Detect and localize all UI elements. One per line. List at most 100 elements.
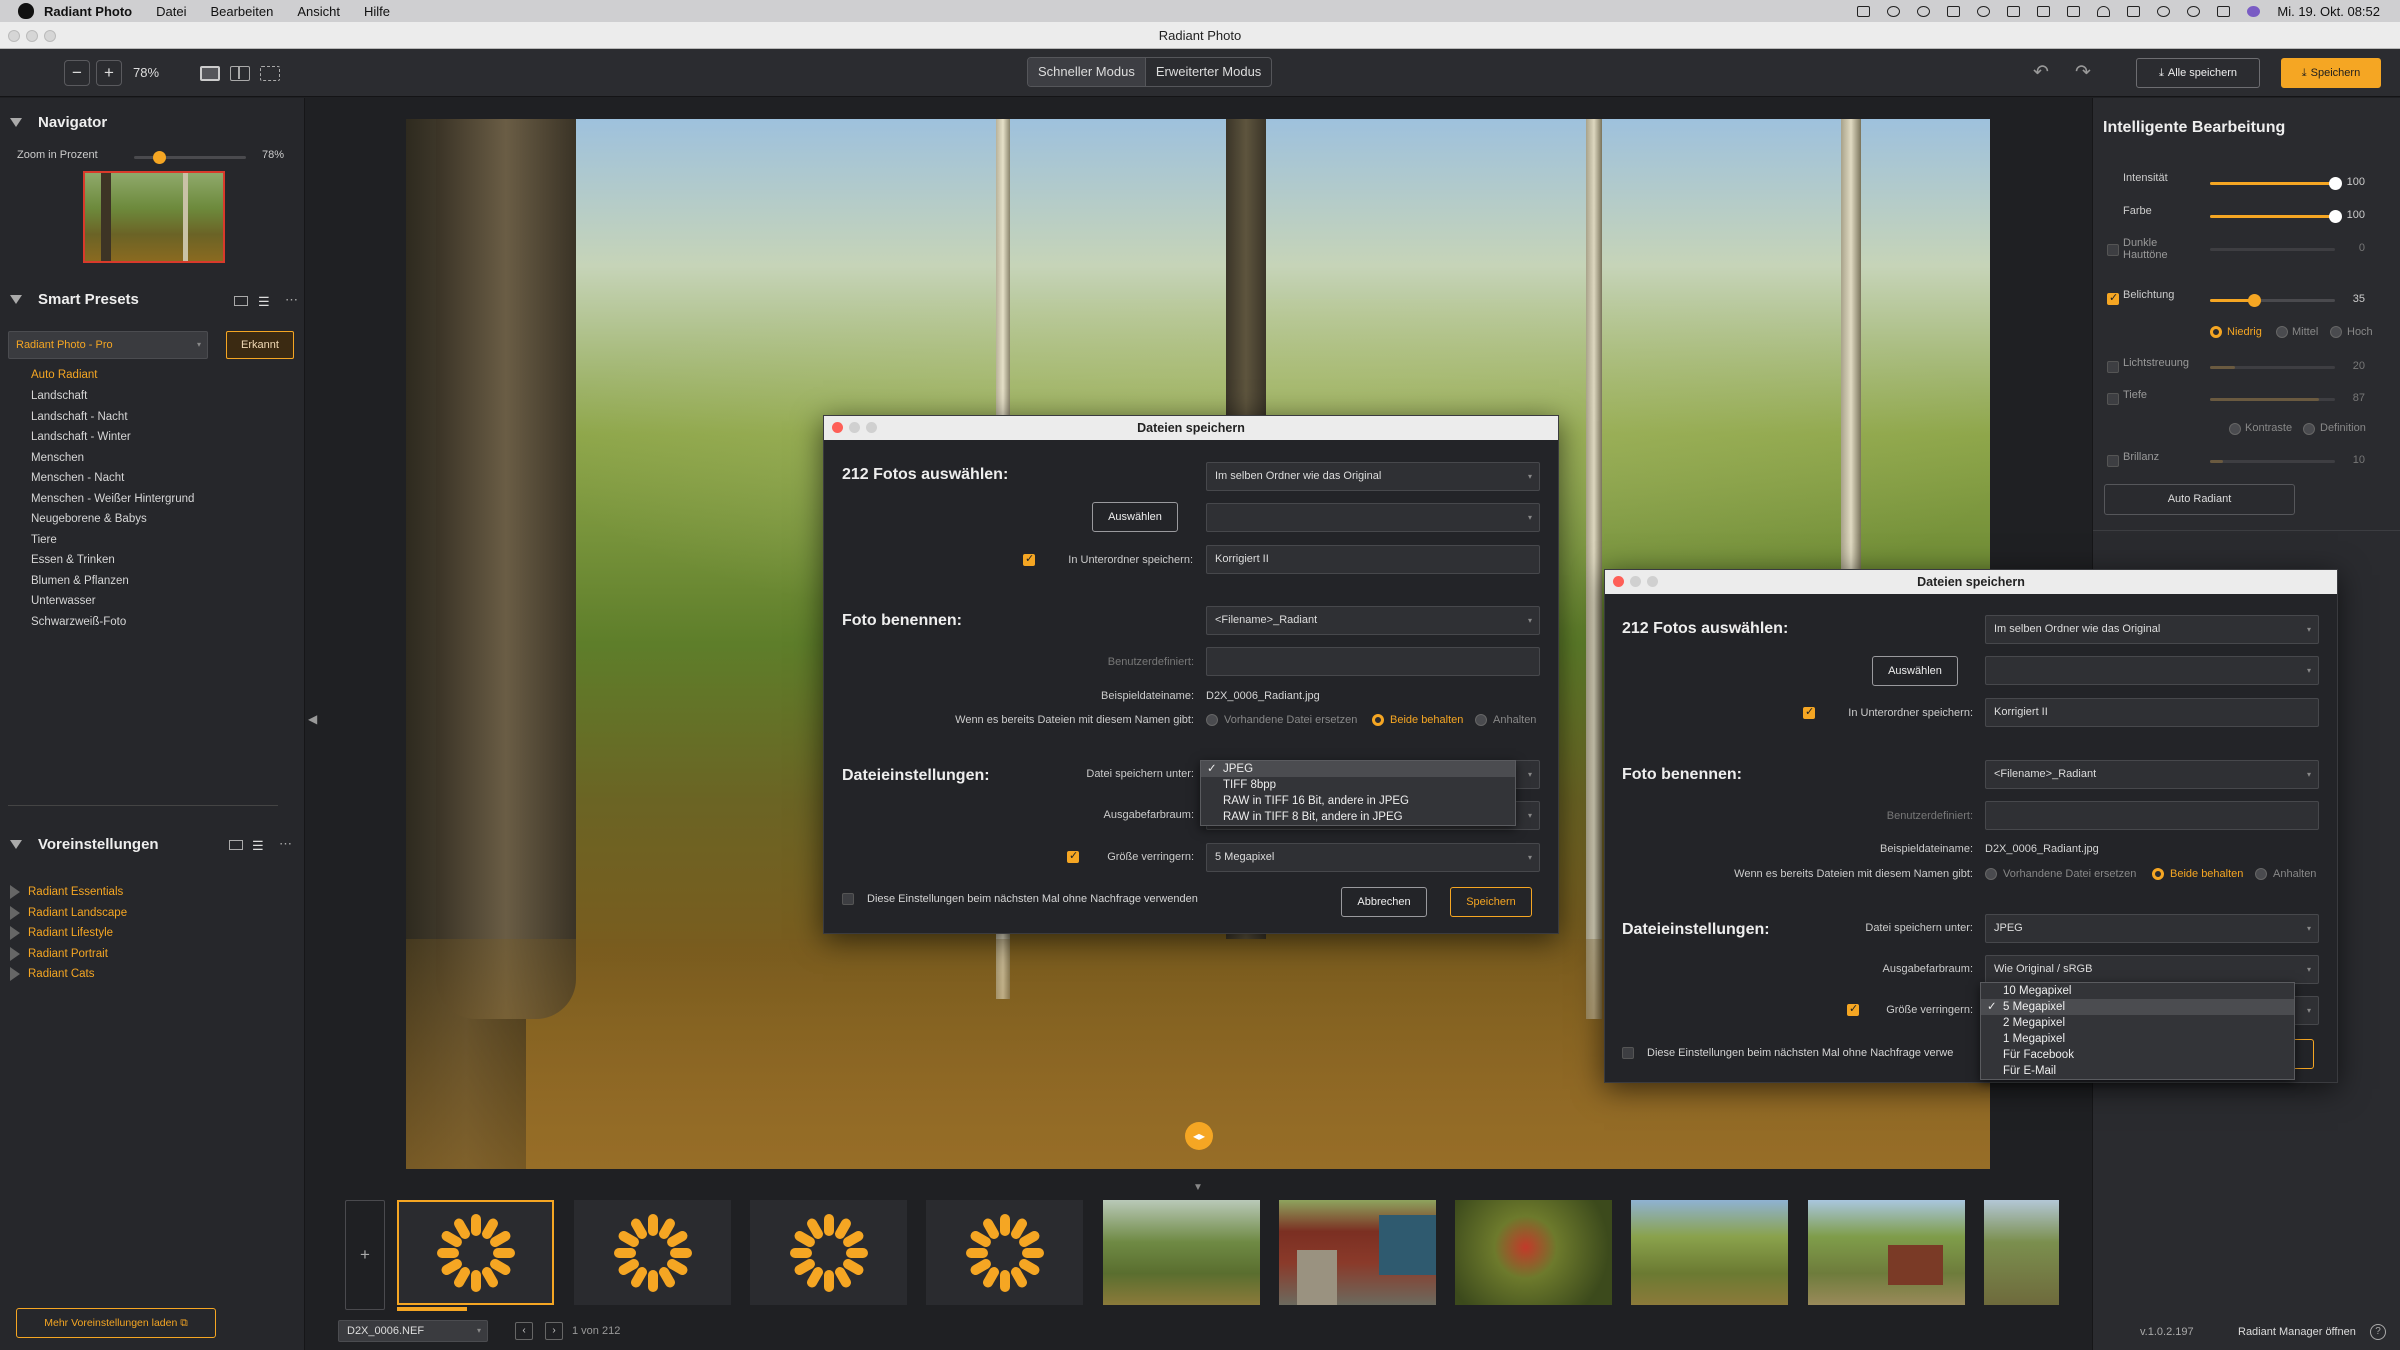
filmstrip-thumb[interactable] bbox=[1631, 1200, 1788, 1305]
depth-checkbox[interactable] bbox=[2107, 393, 2119, 405]
dialog-minimize-button[interactable] bbox=[1630, 576, 1641, 587]
preset-item[interactable]: Menschen bbox=[31, 452, 84, 464]
color-slider[interactable] bbox=[2210, 210, 2342, 223]
clock-icon[interactable] bbox=[1977, 5, 1991, 17]
preset-group[interactable]: Radiant Portrait bbox=[10, 947, 108, 961]
brilliance-checkbox[interactable] bbox=[2107, 455, 2119, 467]
intensity-slider[interactable] bbox=[2210, 177, 2342, 190]
remember-checkbox[interactable] bbox=[842, 893, 854, 905]
filmstrip-thumb[interactable] bbox=[1103, 1200, 1260, 1305]
dialog-zoom-button[interactable] bbox=[866, 422, 877, 433]
format-option[interactable]: RAW in TIFF 16 Bit, andere in JPEG bbox=[1201, 793, 1515, 809]
filmstrip-thumb-loading[interactable] bbox=[397, 1200, 554, 1305]
sync-icon[interactable] bbox=[1917, 5, 1931, 17]
subfolder-input[interactable]: Korrigiert II bbox=[1985, 698, 2319, 727]
exposure-high-radio[interactable] bbox=[2330, 326, 2342, 338]
preset-item[interactable]: Menschen - Nacht bbox=[31, 472, 124, 484]
mode-fast-tab[interactable]: Schneller Modus bbox=[1028, 58, 1146, 86]
navigator-zoom-slider[interactable] bbox=[134, 151, 246, 164]
save-all-button[interactable]: ⤓ Alle speichern bbox=[2136, 58, 2260, 88]
undo-icon[interactable]: ↶ bbox=[2033, 61, 2049, 84]
collapse-filmstrip-icon[interactable]: ▼ bbox=[1193, 1182, 1203, 1193]
filmstrip-thumb[interactable] bbox=[1808, 1200, 1965, 1305]
dark-skin-checkbox[interactable] bbox=[2107, 244, 2119, 256]
spotlight-icon[interactable] bbox=[2187, 5, 2201, 17]
apple-icon[interactable] bbox=[18, 3, 34, 19]
open-manager-link[interactable]: Radiant Manager öffnen bbox=[2238, 1326, 2356, 1338]
grid-view-icon[interactable] bbox=[234, 296, 248, 306]
prev-photo-button[interactable]: ‹ bbox=[515, 1322, 533, 1340]
zoom-out-button[interactable]: − bbox=[64, 60, 90, 86]
list-view-icon[interactable]: ☰ bbox=[258, 294, 270, 310]
preset-item[interactable]: Essen & Trinken bbox=[31, 554, 115, 566]
preset-group[interactable]: Radiant Cats bbox=[10, 967, 94, 981]
exposure-slider[interactable] bbox=[2210, 294, 2335, 307]
size-option[interactable]: 1 Megapixel bbox=[1981, 1031, 2294, 1047]
window-minimize-button[interactable] bbox=[26, 30, 38, 42]
preset-group[interactable]: Radiant Essentials bbox=[10, 885, 123, 899]
add-photo-button[interactable]: + bbox=[345, 1200, 385, 1310]
compare-view-icon[interactable] bbox=[260, 66, 280, 81]
preset-item[interactable]: Unterwasser bbox=[31, 595, 96, 607]
filmstrip-thumb[interactable] bbox=[1984, 1200, 2059, 1305]
bluetooth-icon[interactable] bbox=[2067, 5, 2081, 17]
window-zoom-button[interactable] bbox=[44, 30, 56, 42]
dialog-minimize-button[interactable] bbox=[849, 422, 860, 433]
presets-header[interactable]: Voreinstellungen bbox=[10, 836, 159, 853]
folder-select[interactable]: Im selben Ordner wie das Original bbox=[1985, 615, 2319, 644]
help-icon[interactable]: ? bbox=[2370, 1324, 2386, 1340]
mode-advanced-tab[interactable]: Erweiterter Modus bbox=[1146, 58, 1271, 86]
subfolder-checkbox[interactable] bbox=[1803, 705, 1815, 719]
filmstrip-thumb[interactable] bbox=[1279, 1200, 1436, 1305]
file-select[interactable]: D2X_0006.NEF ▾ bbox=[338, 1320, 488, 1342]
navigator-thumbnail[interactable] bbox=[83, 171, 225, 263]
menu-app-name[interactable]: Radiant Photo bbox=[44, 4, 132, 19]
redo-icon[interactable]: ↷ bbox=[2075, 61, 2091, 84]
filmstrip-thumb[interactable] bbox=[1455, 1200, 1612, 1305]
filmstrip-thumb-loading[interactable] bbox=[574, 1200, 731, 1305]
format-option[interactable]: JPEG bbox=[1201, 761, 1515, 777]
exposure-checkbox[interactable] bbox=[2107, 291, 2119, 305]
exposure-low-radio[interactable] bbox=[2210, 326, 2222, 338]
folder-select[interactable]: Im selben Ordner wie das Original bbox=[1206, 462, 1540, 491]
choose-folder-button[interactable]: Auswählen bbox=[1872, 656, 1958, 686]
filmstrip-thumb-loading[interactable] bbox=[750, 1200, 907, 1305]
navigator-zoom-knob[interactable] bbox=[153, 151, 166, 164]
preset-item[interactable]: Neugeborene & Babys bbox=[31, 513, 147, 525]
name-pattern-select[interactable]: <Filename>_Radiant bbox=[1985, 760, 2319, 789]
eject-icon[interactable] bbox=[2037, 5, 2051, 17]
remember-checkbox[interactable] bbox=[1622, 1047, 1634, 1059]
folder-path-select[interactable] bbox=[1206, 503, 1540, 532]
exists-replace-radio[interactable] bbox=[1206, 714, 1218, 726]
reduce-size-checkbox[interactable] bbox=[1067, 849, 1079, 863]
preset-item[interactable]: Landschaft - Winter bbox=[31, 431, 131, 443]
size-option[interactable]: 2 Megapixel bbox=[1981, 1015, 2294, 1031]
exposure-mid-radio[interactable] bbox=[2276, 326, 2288, 338]
colorspace-select[interactable]: Wie Original / sRGB bbox=[1985, 955, 2319, 984]
depth-definition-radio[interactable] bbox=[2303, 423, 2315, 435]
cancel-button[interactable]: Abbrechen bbox=[1341, 887, 1427, 917]
list-view-icon[interactable]: ☰ bbox=[252, 838, 264, 854]
exists-keep-radio[interactable] bbox=[2152, 868, 2164, 880]
smart-presets-header[interactable]: Smart Presets bbox=[10, 291, 139, 308]
dark-skin-slider[interactable] bbox=[2210, 248, 2335, 251]
control-center-icon[interactable] bbox=[2217, 5, 2231, 17]
dialog-close-button[interactable] bbox=[1613, 576, 1624, 587]
dialog-zoom-button[interactable] bbox=[1647, 576, 1658, 587]
brilliance-slider[interactable] bbox=[2210, 460, 2335, 463]
depth-contrast-radio[interactable] bbox=[2229, 423, 2241, 435]
preset-item[interactable]: Schwarzweiß-Foto bbox=[31, 616, 126, 628]
size-option[interactable]: 5 Megapixel bbox=[1981, 999, 2294, 1015]
exists-stop-radio[interactable] bbox=[1475, 714, 1487, 726]
size-option[interactable]: 10 Megapixel bbox=[1981, 983, 2294, 999]
menu-help[interactable]: Hilfe bbox=[364, 4, 390, 19]
navigator-header[interactable]: Navigator bbox=[10, 114, 107, 131]
light-diffusion-slider[interactable] bbox=[2210, 366, 2335, 369]
preset-item[interactable]: Tiere bbox=[31, 534, 57, 546]
compare-handle-icon[interactable]: ◂▸ bbox=[1185, 1122, 1213, 1150]
depth-slider[interactable] bbox=[2210, 398, 2335, 401]
keyboard-icon[interactable] bbox=[1947, 5, 1961, 17]
preset-select[interactable]: Radiant Photo - Pro ▾ bbox=[8, 331, 208, 359]
more-icon[interactable]: ⋯ bbox=[285, 292, 298, 308]
preset-group[interactable]: Radiant Lifestyle bbox=[10, 926, 113, 940]
